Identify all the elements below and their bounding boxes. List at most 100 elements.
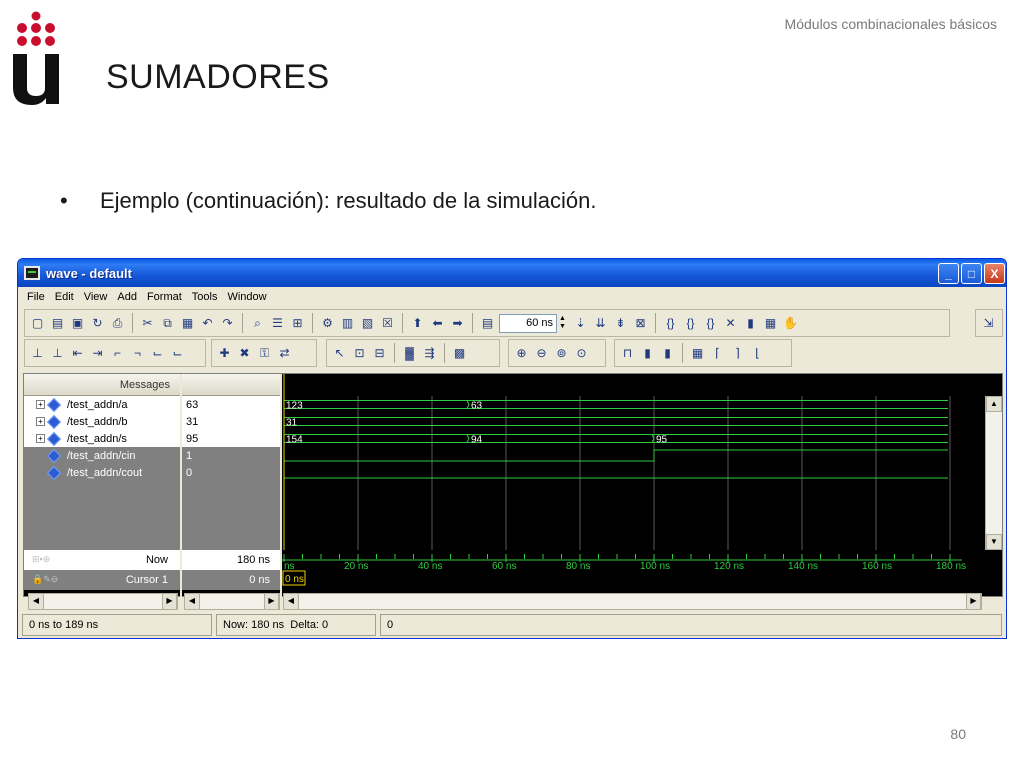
hierarchy-icon[interactable]: ⊞ (289, 315, 306, 332)
zoom-cursor-icon[interactable]: ⊙ (573, 345, 590, 362)
scroll-left-icon[interactable]: ◀ (284, 594, 299, 609)
menu-add[interactable]: Add (112, 291, 142, 303)
move-cursor-icon[interactable]: ⇄ (276, 345, 293, 362)
save-icon[interactable]: ▣ (69, 315, 86, 332)
run-length-icon[interactable]: ▤ (479, 315, 496, 332)
minimize-button[interactable]: _ (938, 263, 959, 284)
trace-icon[interactable]: ⇶ (421, 345, 438, 362)
maximize-button[interactable]: □ (961, 263, 982, 284)
copy-icon[interactable]: ⧉ (159, 315, 176, 332)
names-hscrollbar[interactable]: ◀ ▶ (28, 593, 178, 610)
run-all-icon[interactable]: ⇟ (612, 315, 629, 332)
zoom-mode-icon[interactable]: ⊡ (351, 345, 368, 362)
menu-edit[interactable]: Edit (50, 291, 79, 303)
signal-row[interactable]: + /test_addn/s (24, 430, 180, 447)
compile-icon[interactable]: ⚙ (319, 315, 336, 332)
menu-format[interactable]: Format (142, 291, 187, 303)
cursor-toolbar-icon[interactable]: ⊞▪⊕ (32, 554, 62, 566)
step-out-icon[interactable]: {} (702, 315, 719, 332)
up-arrow-icon[interactable]: ⬆ (409, 315, 426, 332)
expand-icon[interactable]: + (36, 417, 45, 426)
scroll-right-icon[interactable]: ▶ (264, 594, 279, 609)
vertical-scrollbar[interactable]: ▲ ▼ (985, 396, 1002, 550)
zoom-out-icon[interactable]: ⊖ (533, 345, 550, 362)
delete-cursor-icon[interactable]: ✖ (236, 345, 253, 362)
expand-icon[interactable]: + (36, 434, 45, 443)
rising-edge-icon[interactable]: ¬ (129, 345, 146, 362)
scroll-down-icon[interactable]: ▼ (986, 534, 1002, 550)
menu-view[interactable]: View (79, 291, 113, 303)
new-file-icon[interactable]: ▢ (29, 315, 46, 332)
open-folder-icon[interactable]: ▤ (49, 315, 66, 332)
scroll-up-icon[interactable]: ▲ (986, 396, 1002, 412)
step-over-icon[interactable]: {} (682, 315, 699, 332)
lock-cursor-icon[interactable]: ⚿ (256, 345, 273, 362)
menu-tools[interactable]: Tools (187, 291, 223, 303)
signal-row[interactable]: /test_addn/cin (24, 447, 180, 464)
print-icon[interactable]: ⎙ (109, 315, 126, 332)
falling-edge-icon[interactable]: ⌐ (109, 345, 126, 362)
menu-file[interactable]: File (22, 291, 50, 303)
run-length-input[interactable]: 60 ns ▲ ▼ (499, 313, 566, 333)
next-transition-icon[interactable]: ⇥ (89, 345, 106, 362)
toolbar-zoom: ⊕ ⊖ ⊚ ⊙ (508, 339, 606, 367)
format-fall-icon[interactable]: ⌉ (729, 345, 746, 362)
next-edge-icon[interactable]: ⊥ (49, 345, 66, 362)
add-cursor-icon[interactable]: ✚ (216, 345, 233, 362)
signal-row[interactable]: + /test_addn/b (24, 413, 180, 430)
undo-icon[interactable]: ↶ (199, 315, 216, 332)
wave-hscrollbar[interactable]: ◀ ▶ (283, 593, 982, 610)
paste-icon[interactable]: ▦ (179, 315, 196, 332)
performance-icon[interactable]: ▮ (742, 315, 759, 332)
format-grid-icon[interactable]: ▦ (689, 345, 706, 362)
select-mode-icon[interactable]: ↖ (331, 345, 348, 362)
spin-arrows-icon[interactable]: ▲ ▼ (557, 315, 568, 332)
signal-name: /test_addn/s (67, 432, 127, 445)
zoom-in-icon[interactable]: ⊕ (513, 345, 530, 362)
menu-window[interactable]: Window (222, 291, 271, 303)
simulate-icon[interactable]: ▧ (359, 315, 376, 332)
lock-icon[interactable]: 🔒✎⊖ (32, 574, 62, 586)
signal-row[interactable]: + /test_addn/a (24, 396, 180, 413)
prev-transition-icon[interactable]: ⇤ (69, 345, 86, 362)
last-edge-icon[interactable]: ⌙ (169, 345, 186, 362)
close-button[interactable]: X (984, 263, 1005, 284)
scroll-right-icon[interactable]: ▶ (162, 594, 177, 609)
window-titlebar[interactable]: wave - default _ □ X (18, 259, 1006, 287)
dock-icon[interactable]: ⇲ (980, 315, 997, 332)
first-edge-icon[interactable]: ⌙ (149, 345, 166, 362)
hand-icon[interactable]: ✋ (782, 315, 799, 332)
format-dark-icon[interactable]: ▮ (639, 345, 656, 362)
back-arrow-icon[interactable]: ⬅ (429, 315, 446, 332)
prev-edge-icon[interactable]: ⊥ (29, 345, 46, 362)
expand-icon[interactable]: + (36, 400, 45, 409)
stop-icon[interactable]: ⊠ (632, 315, 649, 332)
network-icon[interactable]: ▩ (451, 345, 468, 362)
list-icon[interactable]: ☰ (269, 315, 286, 332)
compile-all-icon[interactable]: ▥ (339, 315, 356, 332)
dataflow-icon[interactable]: ▓ (401, 345, 418, 362)
scroll-left-icon[interactable]: ◀ (185, 594, 200, 609)
waveform-area[interactable]: 123 63 31 154 94 95 (282, 374, 985, 550)
break-icon[interactable]: ☒ (379, 315, 396, 332)
memory-icon[interactable]: ▦ (762, 315, 779, 332)
redo-icon[interactable]: ↷ (219, 315, 236, 332)
find-icon[interactable]: ⌕ (249, 315, 266, 332)
format-wave-icon[interactable]: ⊓ (619, 345, 636, 362)
zoom-full-icon[interactable]: ⊚ (553, 345, 570, 362)
signal-row[interactable]: /test_addn/cout (24, 464, 180, 481)
run-icon[interactable]: ⇣ (572, 315, 589, 332)
cut-icon[interactable]: ✂ (139, 315, 156, 332)
reload-icon[interactable]: ↻ (89, 315, 106, 332)
values-hscrollbar[interactable]: ◀ ▶ (184, 593, 280, 610)
restart-icon[interactable]: ✕ (722, 315, 739, 332)
scroll-left-icon[interactable]: ◀ (29, 594, 44, 609)
step-icon[interactable]: {} (662, 315, 679, 332)
edit-mode-icon[interactable]: ⊟ (371, 345, 388, 362)
format-step-icon[interactable]: ⌊ (749, 345, 766, 362)
scroll-right-icon[interactable]: ▶ (966, 594, 981, 609)
format-green-icon[interactable]: ▮ (659, 345, 676, 362)
format-rise-icon[interactable]: ⌈ (709, 345, 726, 362)
forward-arrow-icon[interactable]: ➡ (449, 315, 466, 332)
continue-icon[interactable]: ⇊ (592, 315, 609, 332)
